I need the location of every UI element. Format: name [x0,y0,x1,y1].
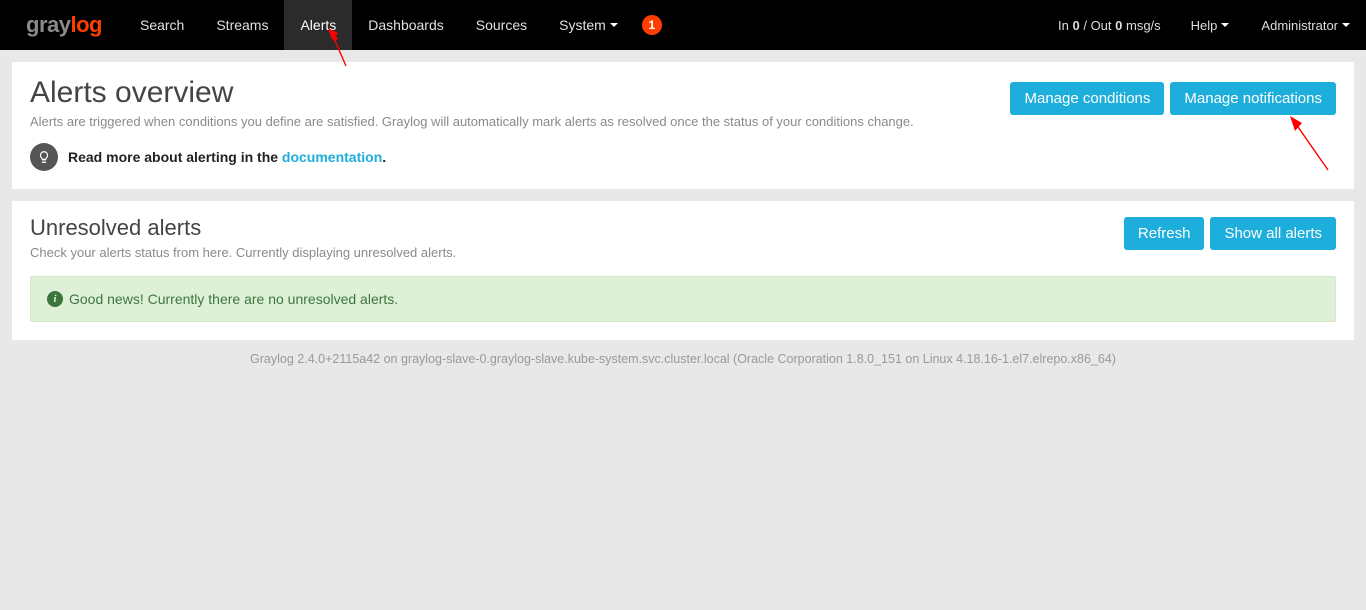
nav-item-streams[interactable]: Streams [200,0,284,50]
notification-badge[interactable]: 1 [642,15,662,35]
inout-in: 0 [1073,18,1080,33]
page-subtitle: Alerts are triggered when conditions you… [30,114,914,129]
overview-head: Alerts overview Alerts are triggered whe… [30,74,1336,129]
nav-item-label: Alerts [300,17,336,33]
manage-notifications-button[interactable]: Manage notifications [1170,82,1336,115]
inout-suffix: msg/s [1122,18,1160,33]
nav-user-label: Administrator [1261,18,1338,33]
refresh-button[interactable]: Refresh [1124,217,1205,250]
overview-buttons: Manage conditions Manage notifications [1010,82,1336,115]
doc-suffix: . [382,149,386,165]
page-container: Alerts overview Alerts are triggered whe… [0,50,1366,378]
documentation-text: Read more about alerting in the document… [68,149,386,165]
nav-item-label: Dashboards [368,17,444,33]
page-title: Alerts overview [30,76,914,110]
nav-item-sources[interactable]: Sources [460,0,543,50]
unresolved-head: Unresolved alerts Check your alerts stat… [30,213,1336,260]
chevron-down-icon [1342,23,1350,27]
section-subtitle: Check your alerts status from here. Curr… [30,245,456,260]
overview-heading-block: Alerts overview Alerts are triggered whe… [30,74,914,129]
nav-item-alerts[interactable]: Alerts [284,0,352,50]
unresolved-heading-block: Unresolved alerts Check your alerts stat… [30,213,456,260]
nav-item-label: Sources [476,17,527,33]
good-news-alert: i Good news! Currently there are no unre… [30,276,1336,322]
nav-item-dashboards[interactable]: Dashboards [352,0,460,50]
nav-item-label: Streams [216,17,268,33]
nav-item-label: System [559,17,606,33]
footer-text: Graylog 2.4.0+2115a42 on graylog-slave-0… [12,352,1354,366]
good-news-text: Good news! Currently there are no unreso… [69,291,398,307]
nav-item-search[interactable]: Search [124,0,200,50]
inout-mid: / Out [1080,18,1115,33]
info-icon: i [47,291,63,307]
nav-item-system[interactable]: System [543,0,634,50]
nav-item-label: Search [140,17,184,33]
nav-right: In 0 / Out 0 msg/s Help Administrator [1044,0,1366,50]
doc-prefix: Read more about alerting in the [68,149,282,165]
nav-help-label: Help [1191,18,1218,33]
lightbulb-icon [30,143,58,171]
nav-help[interactable]: Help [1175,0,1246,50]
inout-prefix: In [1058,18,1072,33]
nav-user[interactable]: Administrator [1245,0,1366,50]
throughput-indicator: In 0 / Out 0 msg/s [1044,18,1175,33]
documentation-link[interactable]: documentation [282,149,382,165]
chevron-down-icon [1221,23,1229,27]
top-navbar: graylog Search Streams Alerts Dashboards Sou… [0,0,1366,50]
section-title: Unresolved alerts [30,215,456,241]
brand-gray: gray [26,12,70,37]
show-all-alerts-button[interactable]: Show all alerts [1210,217,1336,250]
brand-logo[interactable]: graylog [0,12,124,38]
brand-orange: log [70,12,102,37]
unresolved-buttons: Refresh Show all alerts [1124,217,1336,250]
manage-conditions-button[interactable]: Manage conditions [1010,82,1164,115]
panel-unresolved-alerts: Unresolved alerts Check your alerts stat… [12,201,1354,340]
panel-alerts-overview: Alerts overview Alerts are triggered whe… [12,62,1354,189]
nav-items: Search Streams Alerts Dashboards Sources Syst… [124,0,634,50]
documentation-row: Read more about alerting in the document… [30,143,1336,171]
chevron-down-icon [610,23,618,27]
